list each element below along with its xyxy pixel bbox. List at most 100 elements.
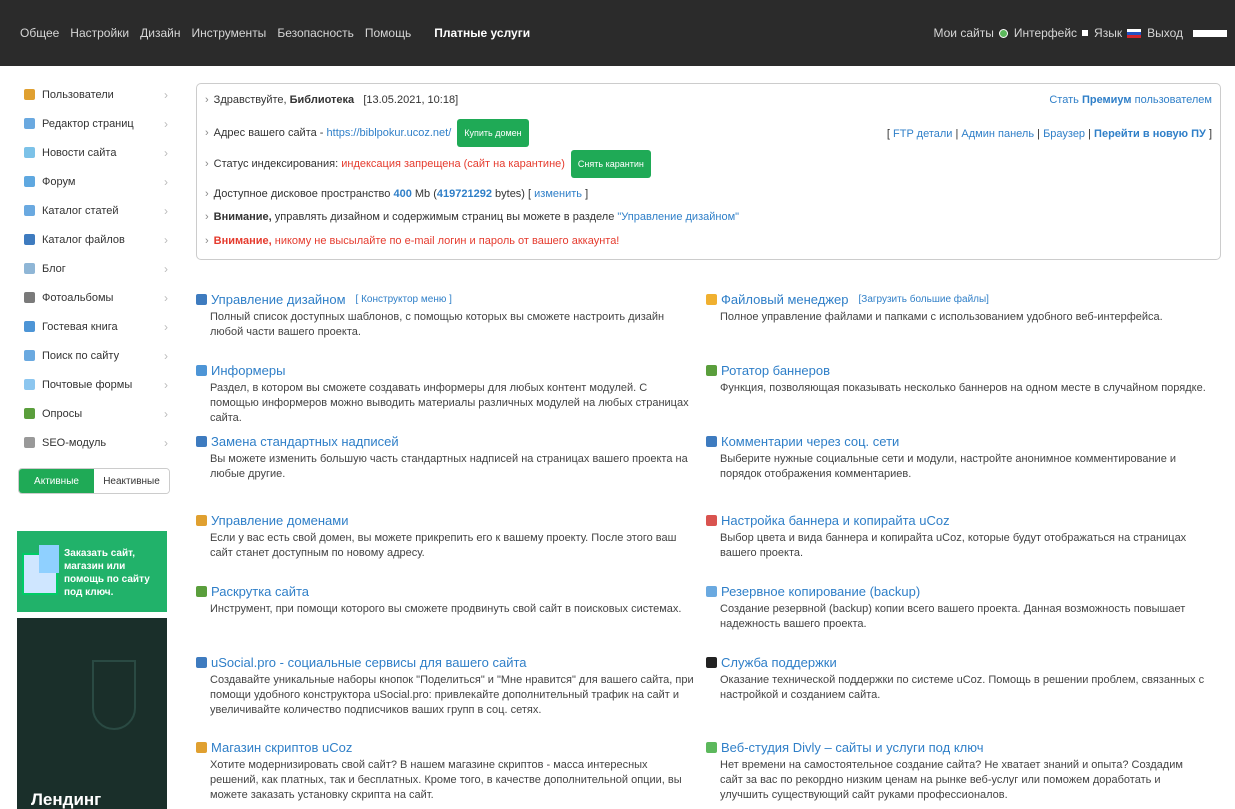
chevron-right-icon: › xyxy=(164,435,168,450)
admin-panel-link[interactable]: Админ панель xyxy=(961,128,1034,140)
service-title-link[interactable]: Ротатор баннеров xyxy=(706,363,1206,378)
scripts-icon xyxy=(196,742,207,753)
sidebar-item[interactable]: Каталог статей › xyxy=(18,196,170,225)
service-title-link[interactable]: Магазин скриптов uCoz xyxy=(196,740,696,755)
service-title-link[interactable]: Комментарии через соц. сети xyxy=(706,434,1206,449)
sidebar-item[interactable]: Каталог файлов › xyxy=(18,225,170,254)
service-title-link[interactable]: Раскрутка сайта xyxy=(196,584,696,599)
premium-link[interactable]: Стать Премиум пользователем xyxy=(1049,94,1212,106)
service-description: Нет времени на самостоятельное создание … xyxy=(720,759,1183,801)
sidebar-item[interactable]: Форум › xyxy=(18,167,170,196)
phone-illustration-icon xyxy=(39,545,59,573)
copyright-icon xyxy=(706,515,717,526)
active-modules-button[interactable]: Активные xyxy=(19,469,94,493)
remove-quarantine-button[interactable]: Снять карантин xyxy=(570,150,651,178)
nav-tools[interactable]: Инструменты xyxy=(191,26,266,40)
sidebar-item[interactable]: Почтовые формы › xyxy=(18,370,170,399)
warning-bold: Внимание, xyxy=(213,235,272,247)
nav-paid-services[interactable]: Платные услуги xyxy=(434,26,530,40)
sidebar-item[interactable]: SEO-модуль › xyxy=(18,428,170,457)
sidebar-item-label-group: Блог xyxy=(24,263,66,275)
blog-icon xyxy=(24,263,35,274)
service-item: Резервное копирование (backup) Создание р… xyxy=(706,584,1206,632)
sidebar-item-label-group: Гостевая книга xyxy=(24,321,118,333)
sidebar-item[interactable]: Редактор страниц › xyxy=(18,109,170,138)
service-title-link[interactable]: Файловый менеджер [Загрузить большие файл… xyxy=(706,292,1206,307)
service-sub-link[interactable]: [ Конструктор меню ] xyxy=(356,294,452,305)
service-title-link[interactable]: Веб-студия Divly – сайты и услуги под кл… xyxy=(706,740,1206,755)
warning-text: никому не высылайте по e-mail логин и па… xyxy=(274,235,620,247)
sidebar-item[interactable]: Блог › xyxy=(18,254,170,283)
bracket-close: ] xyxy=(585,188,589,200)
site-url-link[interactable]: https://biblpokur.ucoz.net/ xyxy=(327,127,452,139)
ftp-details-link[interactable]: FTP детали xyxy=(893,128,952,140)
sidebar-item-label-group: Поиск по сайту xyxy=(24,350,119,362)
service-title-link[interactable]: Управление дизайном [ Конструктор меню ] xyxy=(196,292,696,307)
service-title-link[interactable]: Настройка баннера и копирайта uCoz xyxy=(706,513,1206,528)
sidebar-item[interactable]: Поиск по сайту › xyxy=(18,341,170,370)
change-disk-link[interactable]: изменить xyxy=(534,188,582,200)
service-item: Управление дизайном [ Конструктор меню ] П… xyxy=(196,292,696,340)
sidebar-item[interactable]: Фотоальбомы › xyxy=(18,283,170,312)
chevron-right-icon: › xyxy=(164,319,168,334)
premium-prefix: Стать xyxy=(1049,94,1079,106)
service-title-link[interactable]: Замена стандартных надписей xyxy=(196,434,696,449)
service-item: Настройка баннера и копирайта uCoz Выбор … xyxy=(706,513,1206,561)
guestbook-icon xyxy=(24,321,35,332)
nav-settings[interactable]: Настройки xyxy=(70,26,129,40)
sidebar-item-label: Новости сайта xyxy=(42,146,117,159)
top-right-menu: Мои сайты Интерфейс Язык Выход xyxy=(933,26,1227,40)
service-title-link[interactable]: Резервное копирование (backup) xyxy=(706,584,1206,599)
service-title: Управление дизайном xyxy=(211,292,346,307)
arrow-icon: › xyxy=(205,188,209,200)
service-title-link[interactable]: uSocial.pro - социальные сервисы для ваш… xyxy=(196,655,696,670)
sidebar-item[interactable]: Гостевая книга › xyxy=(18,312,170,341)
page-icon xyxy=(24,118,35,129)
sidebar-item-label: Опросы xyxy=(42,407,83,420)
sidebar-item-label: Редактор страниц xyxy=(42,117,134,130)
chevron-right-icon: › xyxy=(164,87,168,102)
bracket-close: ] xyxy=(1208,128,1212,140)
my-sites-link[interactable]: Мои сайты xyxy=(933,26,1008,40)
sidebar-item[interactable]: Пользователи › xyxy=(18,80,170,109)
logout-link[interactable]: Выход xyxy=(1147,26,1183,40)
order-site-promo-banner[interactable]: Заказать сайт, магазин или помощь по сай… xyxy=(17,531,167,612)
nav-design[interactable]: Дизайн xyxy=(140,26,180,40)
inactive-modules-button[interactable]: Неактивные xyxy=(94,469,169,493)
service-description: Создание резервной (backup) копии всего … xyxy=(720,603,1186,630)
service-sub-link[interactable]: [Загрузить большие файлы] xyxy=(859,294,989,305)
arrow-icon: › xyxy=(205,127,209,139)
service-description: Хотите модернизировать свой сайт? В наше… xyxy=(210,759,682,801)
browser-link[interactable]: Браузер xyxy=(1043,128,1085,140)
service-title-link[interactable]: Служба поддержки xyxy=(706,655,1206,670)
design-management-link[interactable]: "Управление дизайном" xyxy=(617,211,739,223)
user-box[interactable] xyxy=(1193,29,1227,37)
sidebar-item-label-group: Фотоальбомы xyxy=(24,292,113,304)
new-panel-link[interactable]: Перейти в новую ПУ xyxy=(1094,128,1206,140)
landing-promo-banner[interactable]: Лендинг xyxy=(17,618,167,809)
service-title-link[interactable]: Информеры xyxy=(196,363,696,378)
promo-text: Заказать сайт, магазин или помощь по сай… xyxy=(64,548,150,598)
promotion-icon xyxy=(196,586,207,597)
comments-icon xyxy=(706,436,717,447)
sidebar-item-label-group: Форум xyxy=(24,176,75,188)
disk-space-row: › Доступное дисковое пространство 400 Mb… xyxy=(205,188,588,200)
interface-label: Интерфейс xyxy=(1013,26,1078,40)
account-info-panel: › Здравствуйте, Библиотека [13.05.2021, … xyxy=(196,83,1221,260)
sidebar-item[interactable]: Новости сайта › xyxy=(18,138,170,167)
nav-security[interactable]: Безопасность xyxy=(277,26,354,40)
arrow-icon: › xyxy=(205,211,209,223)
help-icon xyxy=(706,657,717,668)
service-item: Комментарии через соц. сети Выберите нужн… xyxy=(706,434,1206,482)
nav-general[interactable]: Общее xyxy=(20,26,59,40)
service-title-link[interactable]: Управление доменами xyxy=(196,513,696,528)
service-title: Замена стандартных надписей xyxy=(211,434,399,449)
photo-icon xyxy=(24,292,35,303)
language-link[interactable]: Язык xyxy=(1094,26,1142,40)
service-item: Информеры Раздел, в котором вы сможете со… xyxy=(196,363,696,426)
interface-link[interactable]: Интерфейс xyxy=(1013,26,1089,40)
separator: | xyxy=(1037,128,1040,140)
nav-help[interactable]: Помощь xyxy=(365,26,411,40)
buy-domain-button[interactable]: Купить домен xyxy=(457,119,529,147)
sidebar-item[interactable]: Опросы › xyxy=(18,399,170,428)
